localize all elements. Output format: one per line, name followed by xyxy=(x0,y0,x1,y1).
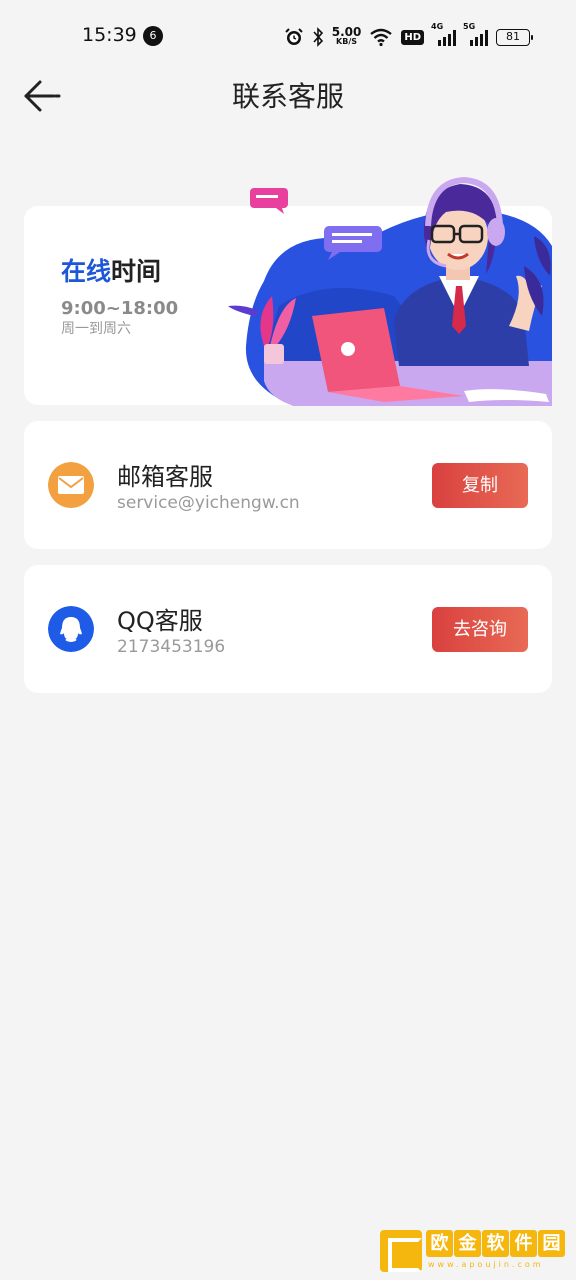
net-speed: 5.00 KB/S xyxy=(331,25,362,47)
bluetooth-icon xyxy=(313,27,323,47)
watermark-char: 欧 xyxy=(426,1230,453,1257)
watermark: 欧 金 软 件 园 www.apoujin.com xyxy=(380,1228,570,1276)
notification-badge: 6 xyxy=(143,26,163,46)
signal-5g-label: 5G xyxy=(463,22,476,31)
service-hours: 9:00~18:00 xyxy=(61,298,179,319)
banner-title: 在线时间 xyxy=(61,252,161,288)
watermark-char: 园 xyxy=(538,1230,565,1257)
qq-service-card: QQ客服 2173453196 去咨询 xyxy=(24,565,552,693)
battery-indicator: 81 xyxy=(496,28,533,46)
signal-5g-icon: 5G xyxy=(463,22,488,46)
service-days: 周一到周六 xyxy=(61,321,131,337)
status-icons: 5.00 KB/S HD 4G 5G 81 xyxy=(284,22,533,50)
consult-qq-button[interactable]: 去咨询 xyxy=(432,607,528,652)
net-speed-unit: KB/S xyxy=(336,37,358,46)
wifi-icon xyxy=(370,28,393,47)
banner-title-accent: 在线 xyxy=(61,257,112,286)
page-title: 联系客服 xyxy=(231,80,344,113)
copy-email-button[interactable]: 复制 xyxy=(432,463,528,508)
status-time: 15:39 xyxy=(82,24,137,46)
email-service-title: 邮箱客服 xyxy=(117,463,213,491)
watermark-text: 欧 金 软 件 园 xyxy=(426,1230,565,1257)
email-service-card: 邮箱客服 service@yichengw.cn 复制 xyxy=(24,421,552,549)
customer-service-illustration xyxy=(228,176,552,406)
watermark-char: 金 xyxy=(454,1230,481,1257)
signal-4g-icon: 4G xyxy=(431,22,456,46)
watermark-char: 软 xyxy=(482,1230,509,1257)
net-speed-value: 5.00 xyxy=(331,25,362,39)
watermark-char: 件 xyxy=(510,1230,537,1257)
email-address: service@yichengw.cn xyxy=(117,493,300,513)
banner-title-rest: 时间 xyxy=(111,257,162,286)
mail-icon xyxy=(48,462,94,508)
service-hours-banner: 在线时间 9:00~18:00 周一到周六 xyxy=(24,176,552,406)
status-bar: 15:39 6 5.00 KB/S HD 4G 5G 81 xyxy=(0,0,576,72)
watermark-logo-icon xyxy=(380,1230,422,1272)
hd-badge: HD xyxy=(401,29,424,45)
signal-4g-label: 4G xyxy=(431,22,444,31)
qq-service-title: QQ客服 xyxy=(117,607,203,635)
qq-icon xyxy=(48,606,94,652)
watermark-url: www.apoujin.com xyxy=(428,1260,544,1269)
alarm-icon xyxy=(285,28,303,45)
qq-number: 2173453196 xyxy=(117,637,226,657)
